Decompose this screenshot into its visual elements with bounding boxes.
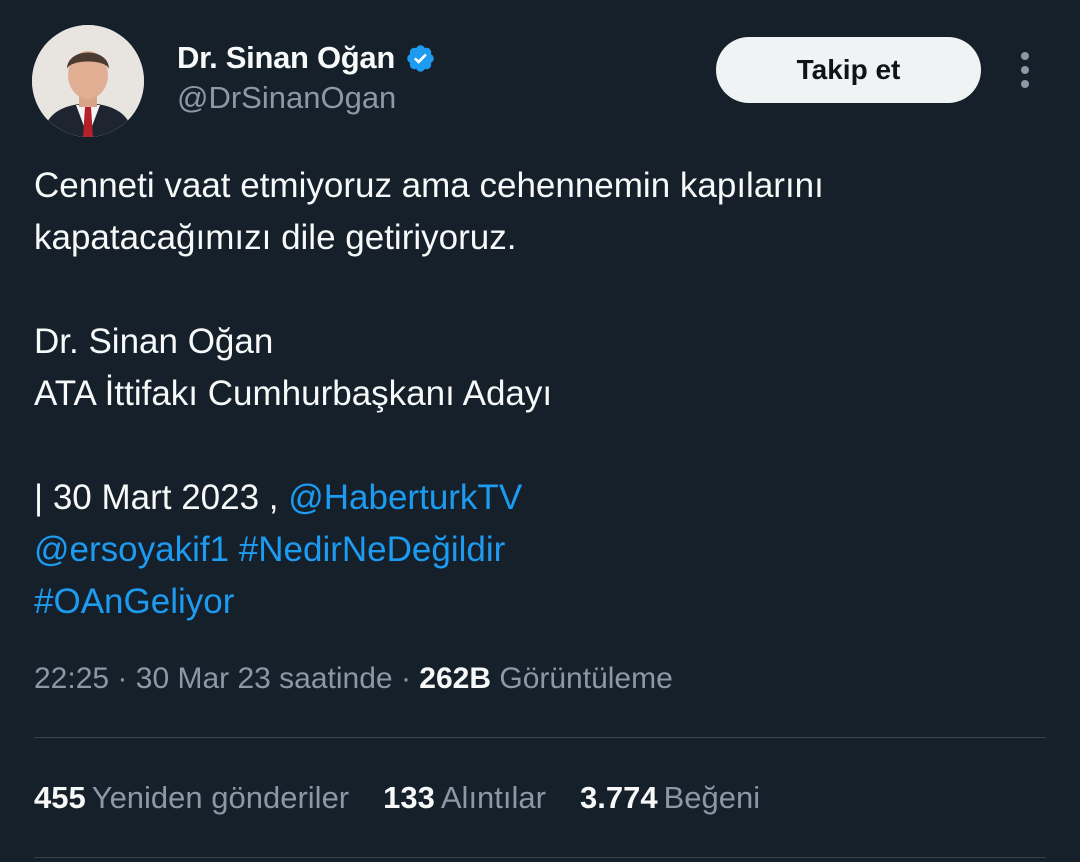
follow-button[interactable]: Takip et <box>716 37 981 103</box>
retweets-stat[interactable]: 455 Yeniden gönderiler <box>34 780 349 816</box>
tweet-meta: 22:25 · 30 Mar 23 saatinde · 262B Görünt… <box>34 662 673 696</box>
tweet-line: | 30 Mart 2023 , @HaberturkTV <box>34 472 1034 524</box>
views-label: Görüntüleme <box>499 662 673 695</box>
likes-label: Beğeni <box>663 780 761 815</box>
quotes-stat[interactable]: 133 Alıntılar <box>383 780 546 816</box>
tweet-date[interactable]: 30 Mar 23 saatinde <box>136 662 393 695</box>
views-count[interactable]: 262B <box>419 662 491 695</box>
tweet-line: #OAnGeliyor <box>34 576 1034 628</box>
mention-link[interactable]: @HaberturkTV <box>288 478 522 517</box>
more-vertical-icon[interactable] <box>1012 50 1038 90</box>
mention-link[interactable]: @ersoyakif1 <box>34 530 229 569</box>
likes-count: 3.774 <box>579 780 658 815</box>
quotes-label: Alıntılar <box>440 780 546 815</box>
tweet-line: Cenneti vaat etmiyoruz ama cehennemin ka… <box>34 166 824 205</box>
author-display-name[interactable]: Dr. Sinan Oğan <box>177 40 395 76</box>
separator-dot: · <box>400 662 411 695</box>
hashtag-link[interactable]: #OAnGeliyor <box>34 582 234 621</box>
tweet-stats: 455 Yeniden gönderiler 133 Alıntılar 3.774… <box>34 780 760 816</box>
tweet-date-text: | 30 Mart 2023 , <box>34 478 289 517</box>
likes-stat[interactable]: 3.774 Beğeni <box>580 780 760 816</box>
tweet-line: Dr. Sinan Oğan <box>34 322 274 361</box>
hashtag-link[interactable]: #NedirNeDeğildir <box>239 530 506 569</box>
retweets-count: 455 <box>34 780 86 815</box>
verified-badge-icon <box>405 43 436 74</box>
separator-dot: · <box>117 662 128 695</box>
quotes-count: 133 <box>383 780 435 815</box>
avatar[interactable] <box>32 25 144 137</box>
divider <box>34 737 1046 738</box>
tweet-line: ATA İttifakı Cumhurbaşkanı Adayı <box>34 374 553 413</box>
author-handle[interactable]: @DrSinanOgan <box>177 80 396 116</box>
divider <box>34 857 1046 858</box>
tweet-text: Cenneti vaat etmiyoruz ama cehennemin ka… <box>34 160 1034 628</box>
tweet-line: @ersoyakif1 #NedirNeDeğildir <box>34 524 1034 576</box>
tweet-line: kapatacağımızı dile getiriyoruz. <box>34 218 517 257</box>
tweet-time[interactable]: 22:25 <box>34 662 109 695</box>
author-name-row: Dr. Sinan Oğan <box>177 36 436 80</box>
avatar-image <box>32 25 144 137</box>
retweets-label: Yeniden gönderiler <box>91 780 350 815</box>
